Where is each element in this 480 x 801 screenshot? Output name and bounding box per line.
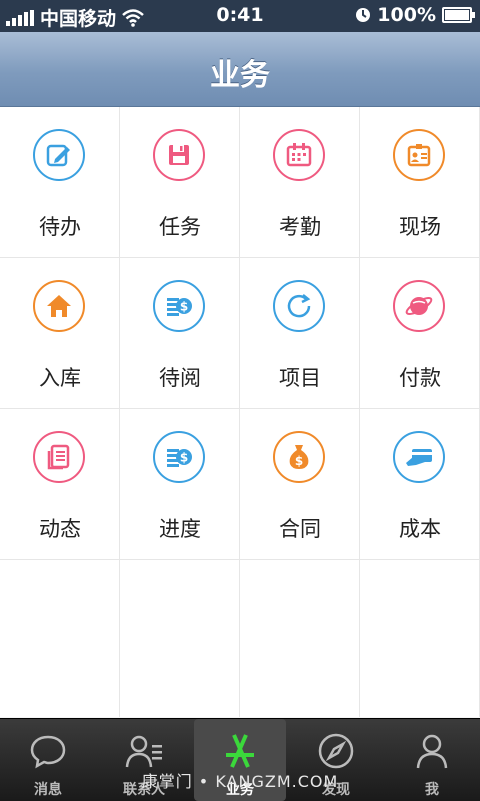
grid-item-label: 成本 [399,517,441,541]
svg-text:$: $ [295,454,303,468]
watermark-text: 康掌门 • KANGZM.COM [141,772,339,791]
battery-icon [442,7,475,23]
grid-item-label: 项目 [279,366,321,390]
grid-item-label: 现场 [399,215,441,239]
badge-icon [393,129,445,181]
grid-empty-cell [0,560,120,717]
contacts-icon [125,735,162,768]
clock-icon [356,8,371,22]
grid-item-progress[interactable]: $ 进度 [120,409,240,560]
save-icon [153,129,205,181]
grid-item-payment[interactable]: 付款 [360,258,480,409]
document-icon [33,431,85,483]
app-store-icon [226,734,254,768]
grid-item-label: 合同 [279,517,321,541]
grid-item-label: 考勤 [279,215,321,239]
money-bag-icon: $ [273,431,325,483]
grid-item-attendance[interactable]: 考勤 [240,107,360,258]
edit-icon [33,129,85,181]
grid-item-label: 进度 [159,517,201,541]
grid-item-label: 待阅 [159,366,201,390]
grid-item-todo[interactable]: 待办 [0,107,120,258]
coins-icon: $ [153,280,205,332]
person-icon [416,734,448,769]
grid-item-site[interactable]: 现场 [360,107,480,258]
grid-item-label: 任务 [159,215,201,239]
planet-icon [393,280,445,332]
business-grid: 待办 任务 考勤 现场 入库 $ 待阅 项目 付款 动态 $ 进度 $ 合同 成… [0,107,480,717]
card-icon [393,431,445,483]
grid-item-contract[interactable]: $ 合同 [240,409,360,560]
svg-text:$: $ [180,300,188,314]
grid-item-cost[interactable]: 成本 [360,409,480,560]
grid-item-label: 待办 [39,215,81,239]
calendar-icon [273,129,325,181]
status-bar: 中国移动 0:41 100% [0,0,480,32]
svg-text:$: $ [180,451,188,465]
compass-icon [318,733,354,769]
chat-bubble-icon [30,735,66,769]
home-icon [33,280,85,332]
status-right: 100% [355,4,475,26]
page-title: 业务 [210,58,270,93]
grid-empty-cell [240,560,360,717]
grid-item-task[interactable]: 任务 [120,107,240,258]
grid-item-news[interactable]: 动态 [0,409,120,560]
grid-item-label: 入库 [39,366,81,390]
grid-item-project[interactable]: 项目 [240,258,360,409]
grid-item-label: 动态 [39,517,81,541]
grid-item-warehouse[interactable]: 入库 [0,258,120,409]
nav-header: 业务 [0,32,480,107]
refresh-icon [273,280,325,332]
coins-icon: $ [153,431,205,483]
grid-empty-cell [360,560,480,717]
grid-item-to-read[interactable]: $ 待阅 [120,258,240,409]
battery-percent: 100% [377,4,436,26]
grid-item-label: 付款 [399,366,441,390]
grid-empty-cell [120,560,240,717]
